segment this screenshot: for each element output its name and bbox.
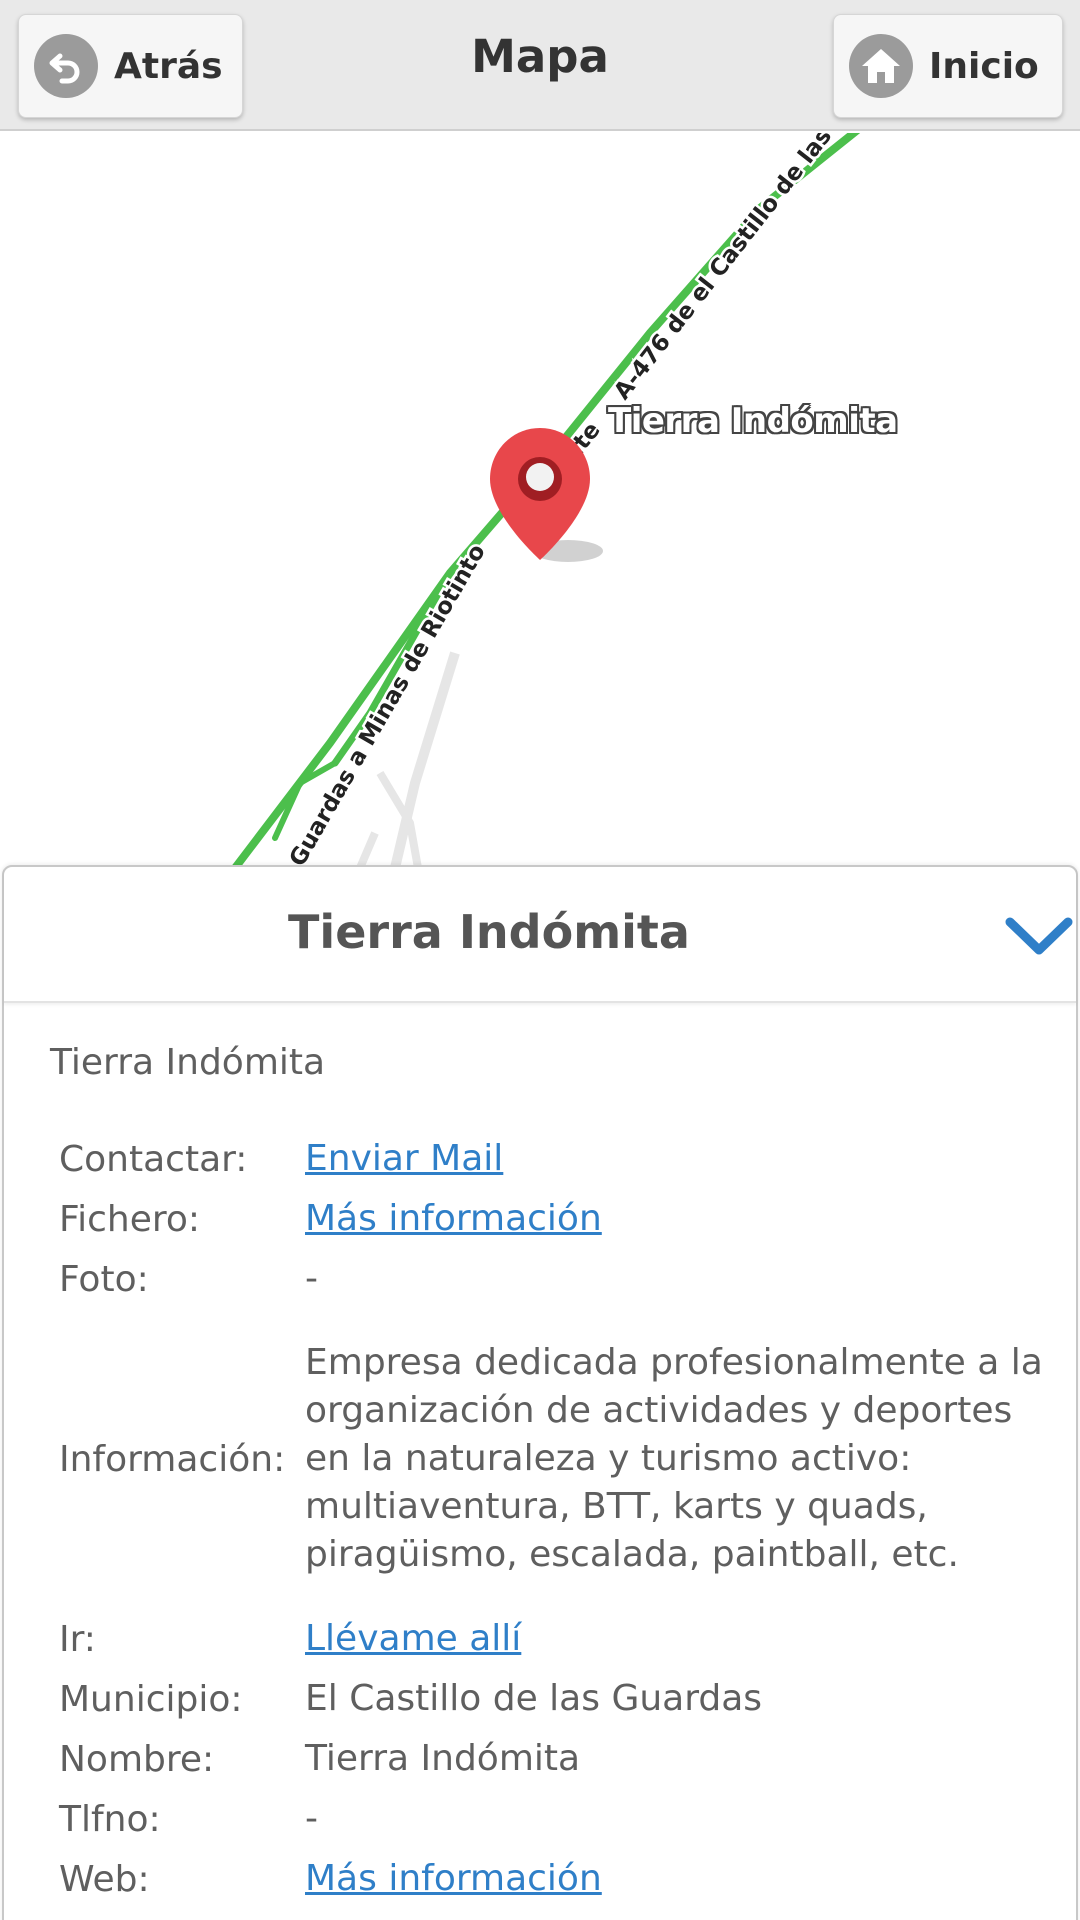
back-button-label: Atrás bbox=[114, 45, 223, 87]
directions-link[interactable]: Llévame allí bbox=[305, 1618, 521, 1659]
info-row-tlfno: Tlfno: - bbox=[59, 1789, 1049, 1849]
info-key: Foto: bbox=[59, 1258, 149, 1300]
info-key: Fichero: bbox=[59, 1198, 201, 1240]
info-value: El Castillo de las Guardas bbox=[305, 1678, 763, 1719]
map-canvas: A-476 de el Castillo de las ate Guardas … bbox=[231, 133, 861, 868]
chevron-down-icon bbox=[1005, 917, 1073, 955]
place-subtitle: Tierra Indómita bbox=[50, 1042, 326, 1083]
info-key: Web: bbox=[59, 1858, 150, 1900]
home-button[interactable]: Inicio bbox=[833, 14, 1063, 118]
info-row-web: Web: Más información bbox=[59, 1849, 1049, 1909]
info-row-municipio: Municipio: El Castillo de las Guardas bbox=[59, 1669, 1049, 1729]
info-row-nombre: Nombre: Tierra Indómita bbox=[59, 1729, 1049, 1789]
map-view[interactable]: A-476 de el Castillo de las ate Guardas … bbox=[0, 133, 1080, 868]
web-more-info-link[interactable]: Más información bbox=[305, 1858, 602, 1899]
back-button[interactable]: Atrás bbox=[18, 14, 243, 118]
info-row-ir: Ir: Llévame allí bbox=[59, 1609, 1049, 1669]
page-title: Mapa bbox=[471, 30, 609, 83]
info-table: Contactar: Enviar Mail Fichero: Más info… bbox=[59, 1129, 1049, 1909]
side-road bbox=[356, 831, 379, 868]
info-key: Tlfno: bbox=[59, 1798, 161, 1840]
info-key: Ir: bbox=[59, 1618, 96, 1660]
info-row-informacion: Información: Empresa dedicada profesiona… bbox=[59, 1309, 1049, 1609]
home-icon bbox=[849, 34, 913, 98]
info-key: Información: bbox=[59, 1438, 286, 1480]
info-panel: Tierra Indómita Tierra Indómita Contacta… bbox=[2, 865, 1078, 1920]
road-label: Guardas a Minas de Riotinto bbox=[285, 540, 491, 868]
road-label: A-476 de el Castillo de las bbox=[609, 133, 837, 405]
file-more-info-link[interactable]: Más información bbox=[305, 1198, 602, 1239]
info-description: Empresa dedicada profesionalmente a la o… bbox=[305, 1342, 1043, 1575]
info-value: Tierra Indómita bbox=[305, 1738, 581, 1779]
map-place-label: Tierra Indómita bbox=[608, 401, 898, 441]
info-row-foto: Foto: - bbox=[59, 1249, 1049, 1309]
header-bar: Atrás Mapa Inicio bbox=[0, 0, 1080, 131]
info-value: - bbox=[305, 1258, 318, 1299]
undo-arrow-icon bbox=[34, 34, 98, 98]
panel-header: Tierra Indómita bbox=[4, 867, 1076, 1003]
info-row-fichero: Fichero: Más información bbox=[59, 1189, 1049, 1249]
panel-title: Tierra Indómita bbox=[288, 905, 690, 959]
info-value: - bbox=[305, 1798, 318, 1839]
info-key: Contactar: bbox=[59, 1138, 248, 1180]
send-mail-link[interactable]: Enviar Mail bbox=[305, 1138, 503, 1179]
info-key: Nombre: bbox=[59, 1738, 215, 1780]
info-row-contactar: Contactar: Enviar Mail bbox=[59, 1129, 1049, 1189]
map-pin-icon[interactable] bbox=[490, 428, 590, 560]
info-key: Municipio: bbox=[59, 1678, 243, 1720]
home-button-label: Inicio bbox=[929, 45, 1039, 87]
collapse-button[interactable] bbox=[1004, 912, 1074, 962]
